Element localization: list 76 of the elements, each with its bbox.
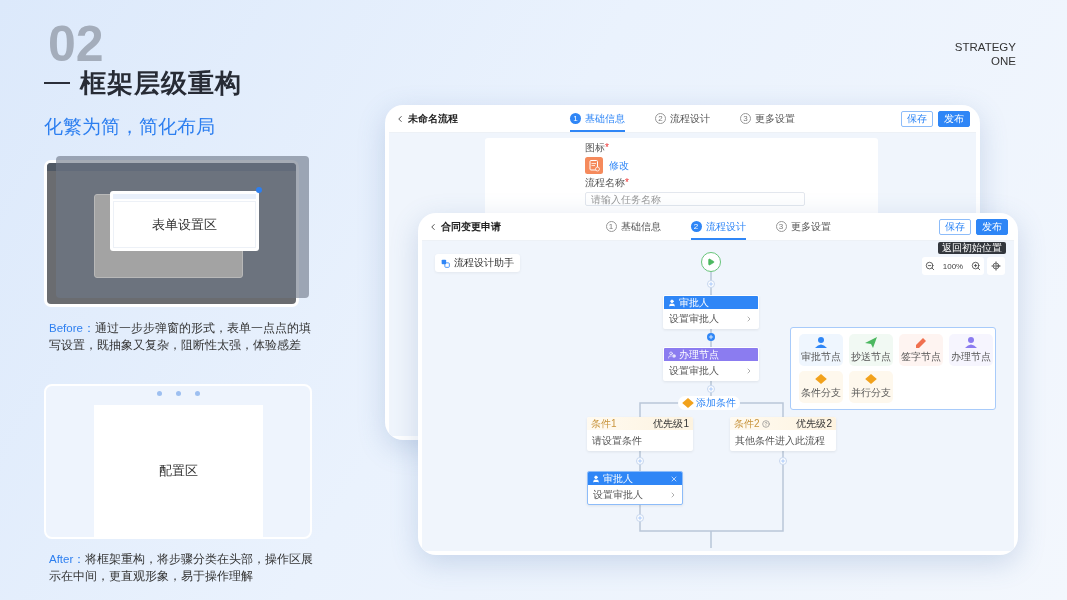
condition-label: 条件1 [591,417,617,431]
condition-text: 其他条件进入此流程 [734,434,826,448]
document-icon [585,157,603,174]
edit-link[interactable]: 修改 [609,158,629,173]
brand-text: ONE [991,54,1016,68]
node-header: 审批人 [664,296,758,309]
condition-node[interactable]: 条件2 优先级2 其他条件进入此流程 [730,417,836,451]
diamond-icon [682,398,694,408]
step-tab[interactable]: 2 流程设计 [655,105,710,132]
add-button[interactable] [707,280,715,288]
screen-title: 未命名流程 [408,111,458,126]
add-button[interactable] [636,514,644,522]
node-text: 设置审批人 [669,311,719,326]
zoom-level: 100% [942,261,964,271]
node-header: 办理节点 [664,348,758,361]
node-text: 设置审批人 [669,363,719,378]
flow-node[interactable]: 办理节点 设置审批人 [663,347,759,381]
back-icon[interactable] [428,221,438,232]
publish-button[interactable]: 发布 [976,218,1008,235]
after-layout-drawing: 配置区 [44,384,312,539]
locate-icon [991,261,1001,271]
close-icon[interactable] [670,474,678,483]
chevron-icon [669,490,677,499]
chevron-icon [745,314,753,323]
person-gear-icon [668,350,676,359]
before-caption: Before：通过一步步弹窗的形式，表单一点点的填写设置，既抽象又复杂，阻断性太强，体验感差 [49,321,312,353]
field-label: 图标* [585,142,610,154]
palette-item[interactable]: 审批节点 [799,334,843,366]
add-button[interactable] [779,457,787,465]
tooltip: 返回初始位置 [938,242,1006,254]
priority-label: 优先级1 [653,417,689,431]
condition-node[interactable]: 条件1 优先级1 请设置条件 [587,417,693,451]
after-caption: After：将框架重构，将步骤分类在头部，操作区展示在中间，更直观形象，易于操作理解 [49,552,315,584]
palette-item[interactable]: 办理节点 [949,334,993,366]
node-text: 设置审批人 [593,487,643,502]
condition-label: 条件2 [734,417,760,431]
add-button[interactable] [636,457,644,465]
add-condition-button[interactable]: 添加条件 [678,396,740,410]
zoom-in-button[interactable] [971,261,981,271]
before-layout-drawing: 表单设置区 [44,156,310,308]
flow-node[interactable]: 审批人 设置审批人 [663,295,759,329]
zoom-out-button[interactable] [925,261,935,271]
play-icon [707,258,715,266]
screen-title: 合同变更申请 [441,219,501,234]
condition-text: 请设置条件 [591,434,643,448]
zoom-in-icon [971,261,981,271]
locate-button[interactable] [987,257,1005,275]
publish-button[interactable]: 发布 [938,110,970,127]
flow-node[interactable]: 审批人 设置审批人 [587,471,683,505]
assistant-icon [441,258,450,268]
palette-item[interactable]: 条件分支 [799,371,843,403]
add-button[interactable] [707,385,715,393]
section-number: 02 [48,22,104,66]
palette-item[interactable]: 签字节点 [899,334,943,366]
assistant-button[interactable]: 流程设计助手 [435,254,520,272]
back-icon[interactable] [395,113,405,124]
palette-item[interactable]: 并行分支 [849,371,893,403]
step-tab[interactable]: 1 基础信息 [605,213,661,240]
start-button[interactable] [701,252,721,272]
field-label: 流程名称* [585,177,630,189]
person-icon [668,298,676,307]
step-tab[interactable]: 3 更多设置 [775,213,831,240]
priority-label: 优先级2 [796,417,832,431]
brand-text: STRATEGY [954,40,1016,54]
subtitle: 化繁为简，简化布局 [44,115,216,139]
node-header: 审批人 [588,472,682,485]
page-title: 框架层级重构 [80,68,242,98]
zoom-out-icon [925,261,935,271]
chevron-icon [745,366,753,375]
add-button[interactable] [707,333,715,341]
step-tab[interactable]: 3 更多设置 [740,105,795,132]
palette-item[interactable]: 抄送节点 [849,334,893,366]
name-input[interactable]: 请输入任务名称 [585,192,805,206]
save-button[interactable]: 保存 [901,110,933,127]
person-icon [592,474,600,483]
save-button[interactable]: 保存 [939,218,971,235]
